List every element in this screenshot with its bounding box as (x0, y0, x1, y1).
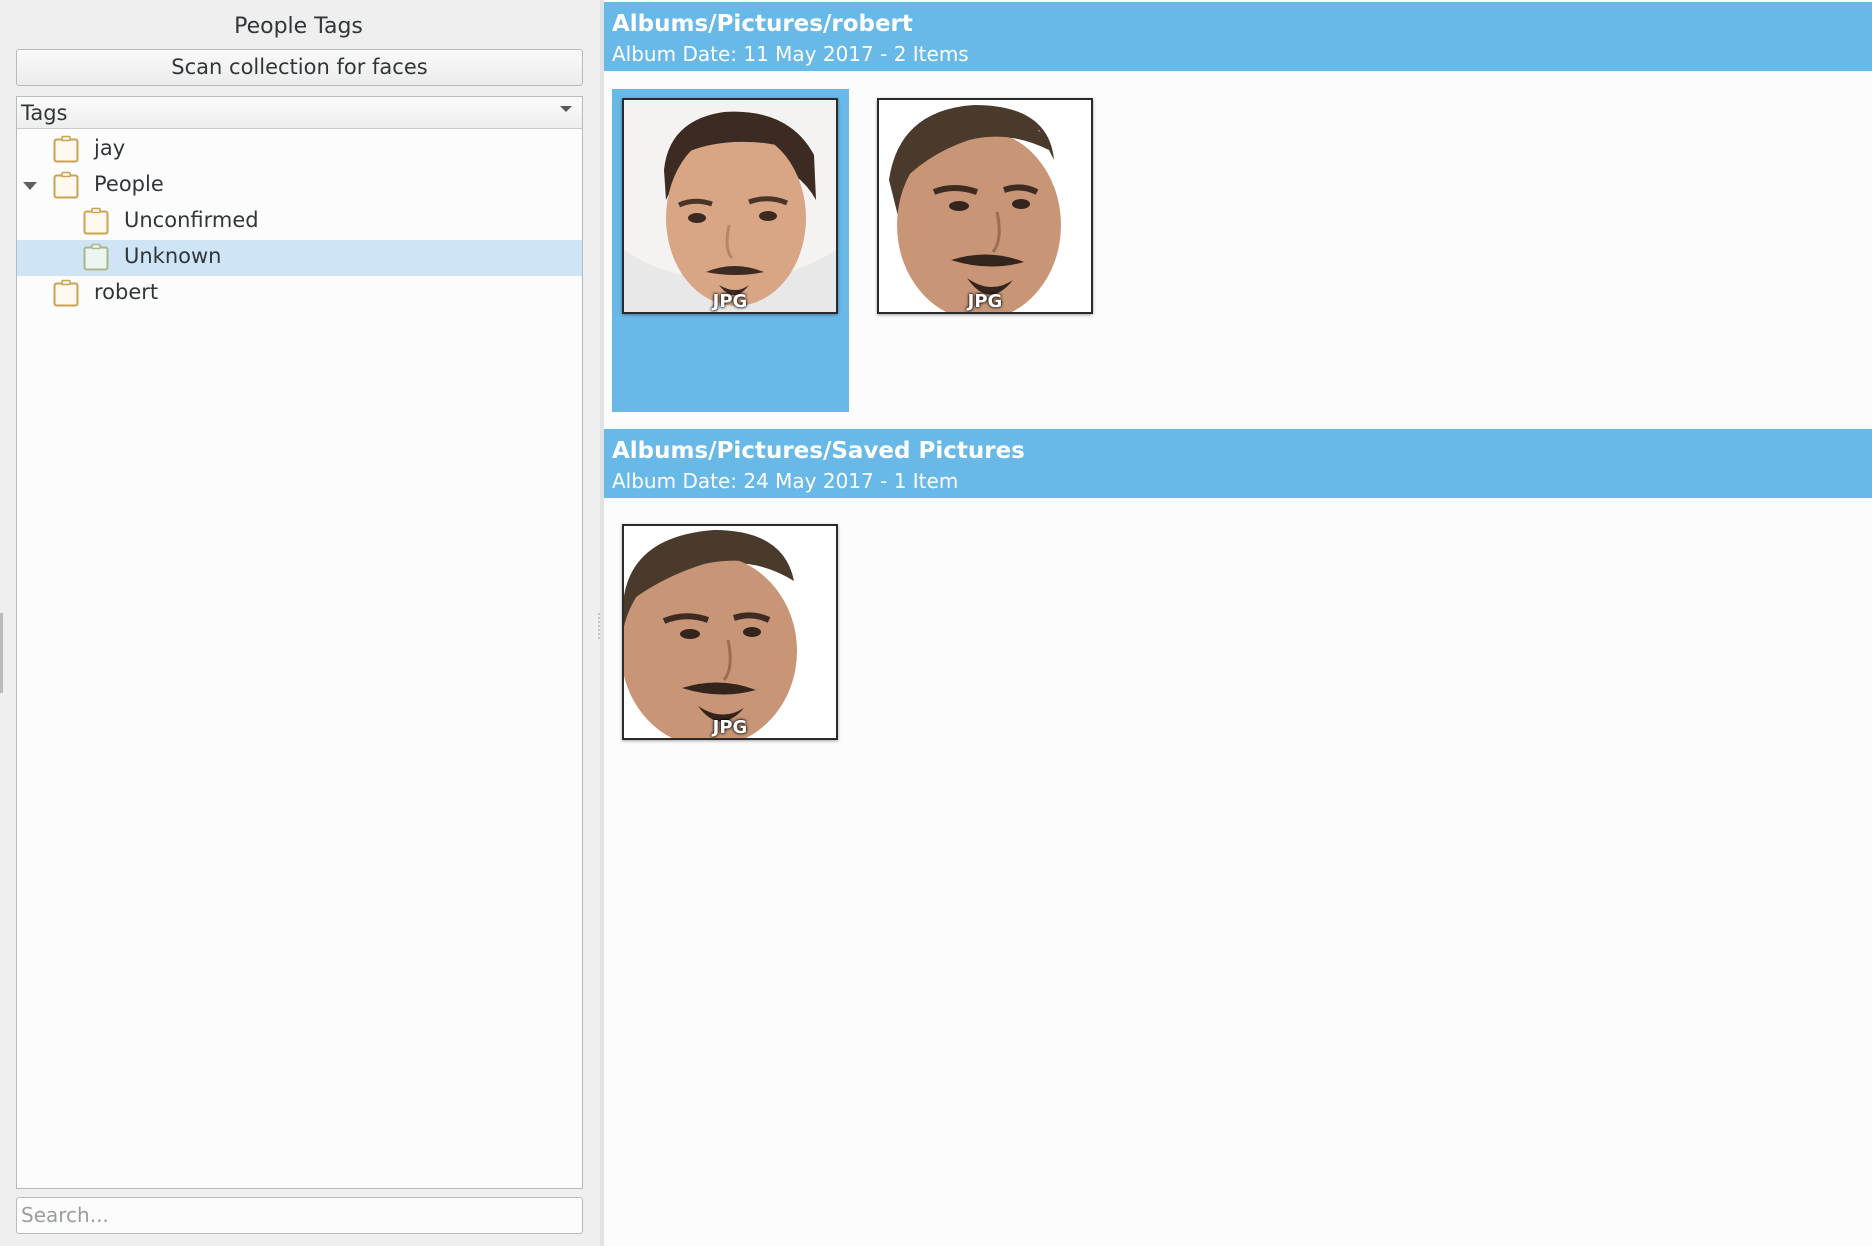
tree-column-header[interactable]: Tags (17, 97, 582, 129)
tag-node-unknown[interactable]: Unknown (17, 240, 582, 276)
photo-thumbnail[interactable]: JPG (622, 524, 838, 740)
tag-node-label: jay (94, 136, 126, 160)
expand-arrow-icon[interactable] (23, 182, 37, 190)
album-subtitle: Album Date: 24 May 2017 - 1 Item (612, 469, 959, 493)
panel-title: People Tags (234, 14, 363, 39)
search-input[interactable] (17, 1198, 575, 1231)
album-item[interactable]: JPG (612, 515, 849, 838)
file-type-badge: JPG (712, 291, 748, 312)
album-title: Albums/Pictures/robert (612, 11, 913, 37)
photo-thumbnail[interactable]: JPG (877, 98, 1093, 314)
album-group-header: Albums/Pictures/Saved Pictures Album Dat… (604, 429, 1872, 498)
tag-node-label: Unknown (124, 244, 222, 268)
album-icon-view[interactable]: Albums/Pictures/robert Album Date: 11 Ma… (604, 0, 1872, 1246)
album-item[interactable]: JPG (612, 89, 849, 412)
tag-node-jay[interactable]: jay (17, 132, 582, 168)
tag-search-field[interactable] (16, 1197, 583, 1234)
tag-folder-icon (83, 243, 109, 271)
tag-node-robert[interactable]: robert (17, 276, 582, 312)
tag-node-people[interactable]: People (17, 168, 582, 204)
album-title: Albums/Pictures/Saved Pictures (612, 438, 1025, 464)
left-edge-handle[interactable] (0, 613, 3, 693)
tag-folder-icon (53, 135, 79, 163)
tag-folder-icon (83, 207, 109, 235)
file-type-badge: JPG (967, 291, 1003, 312)
face-photo-icon (879, 100, 1091, 312)
tag-folder-icon (53, 171, 79, 199)
tag-node-unconfirmed[interactable]: Unconfirmed (17, 204, 582, 240)
splitter-grip[interactable] (598, 613, 600, 639)
face-photo-icon (624, 100, 836, 312)
tree-header-label: Tags (21, 101, 68, 125)
tag-node-label: People (94, 172, 164, 196)
tag-node-label: robert (94, 280, 159, 304)
tag-node-label: Unconfirmed (124, 208, 259, 232)
album-subtitle: Album Date: 11 May 2017 - 2 Items (612, 42, 969, 66)
photo-thumbnail[interactable]: JPG (622, 98, 838, 314)
people-tags-panel: People Tags Scan collection for faces Ta… (0, 0, 600, 1246)
people-tags-window: People Tags Scan collection for faces Ta… (0, 0, 1872, 1246)
tags-tree[interactable]: Tags jay People Unconfirmed Unknown robe… (16, 96, 583, 1189)
face-photo-icon (624, 526, 836, 738)
album-group-header: Albums/Pictures/robert Album Date: 11 Ma… (604, 2, 1872, 71)
scan-collection-button[interactable]: Scan collection for faces (16, 49, 583, 86)
file-type-badge: JPG (712, 717, 748, 738)
album-item[interactable]: JPG (867, 89, 1104, 412)
tag-folder-icon (53, 279, 79, 307)
sort-indicator-icon (560, 106, 572, 112)
